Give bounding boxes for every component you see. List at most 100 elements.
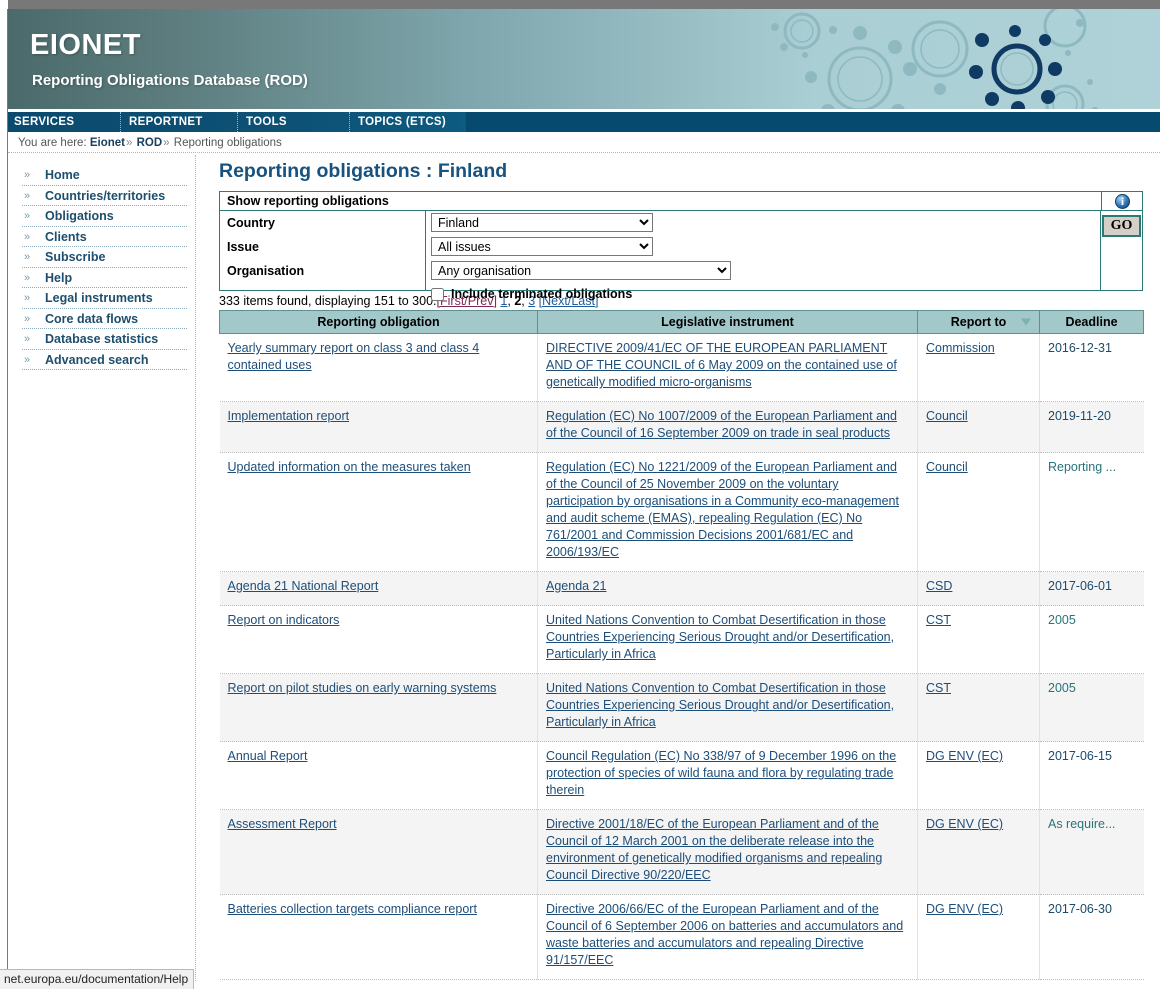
table-row: Updated information on the measures take… — [219, 452, 1144, 572]
sidebar-item-subscribe[interactable]: » Subscribe — [22, 247, 187, 268]
cell-report-to: DG ENV (EC) — [917, 741, 1040, 810]
sidebar-item-help[interactable]: » Help — [22, 268, 187, 288]
cell-report-to: Commission — [917, 333, 1040, 402]
cell-instrument: Regulation (EC) No 1007/2009 of the Euro… — [537, 401, 918, 453]
instrument-link[interactable]: Regulation (EC) No 1221/2009 of the Euro… — [546, 460, 899, 559]
sidebar-item-obligations[interactable]: » Obligations — [22, 206, 187, 227]
filter-panel: Show reporting obligations Country Finla… — [219, 191, 1143, 301]
column-header-deadline[interactable]: Deadline — [1039, 310, 1144, 334]
sidebar-item-label: Core data flows — [45, 311, 139, 326]
main-content: Reporting obligations : Finland Show rep… — [214, 160, 1154, 980]
chevron-right-icon: » — [24, 292, 31, 304]
site-title: EIONET — [30, 29, 141, 61]
cell-deadline: 2016-12-31 — [1039, 333, 1144, 402]
table-row: Agenda 21 National Report Agenda 21 CSD … — [219, 571, 1144, 606]
include-terminated-checkbox-row[interactable]: Include terminated obligations — [431, 287, 632, 301]
go-button[interactable]: GO — [1101, 215, 1142, 237]
issue-select[interactable]: All issues — [431, 237, 653, 256]
chevron-right-icon: » — [24, 210, 31, 222]
cell-obligation: Updated information on the measures take… — [219, 452, 538, 572]
column-header-label: Reporting obligation — [317, 315, 440, 329]
breadcrumb-separator: » — [163, 137, 170, 149]
cell-report-to: CST — [917, 605, 1040, 674]
filter-row-country: Country Finland — [220, 211, 1142, 235]
obligation-link[interactable]: Assessment Report — [228, 817, 337, 831]
nav-item-topics-etcs[interactable]: TOPICS (ETCS) — [349, 112, 466, 132]
cell-report-to: DG ENV (EC) — [917, 809, 1040, 895]
cell-deadline: 2005 — [1039, 605, 1144, 674]
cell-obligation: Annual Report — [219, 741, 538, 810]
sidebar-item-countries-territories[interactable]: » Countries/territories — [22, 186, 187, 206]
column-header-reporting-obligation[interactable]: Reporting obligation — [219, 310, 538, 334]
report-to-link[interactable]: Council — [926, 460, 968, 474]
table-head: Reporting obligation Legislative instrum… — [219, 310, 1144, 334]
sidebar-item-advanced-search[interactable]: » Advanced search — [22, 350, 187, 370]
instrument-link[interactable]: Directive 2001/18/EC of the European Par… — [546, 817, 882, 882]
table-row: Implementation report Regulation (EC) No… — [219, 401, 1144, 453]
report-to-link[interactable]: DG ENV (EC) — [926, 902, 1003, 916]
report-to-link[interactable]: DG ENV (EC) — [926, 749, 1003, 763]
cell-deadline: 2019-11-20 — [1039, 401, 1144, 453]
column-header-report-to[interactable]: Report to — [917, 310, 1040, 334]
sidebar-item-label: Countries/territories — [45, 188, 166, 203]
sidebar-item-label: Database statistics — [45, 332, 159, 346]
sidebar-item-label: Subscribe — [45, 250, 106, 264]
sidebar-item-label: Home — [45, 168, 80, 182]
instrument-link[interactable]: Regulation (EC) No 1007/2009 of the Euro… — [546, 409, 897, 440]
sidebar-item-home[interactable]: » Home — [22, 165, 187, 186]
nav-item-label: REPORTNET — [129, 116, 203, 128]
sidebar-item-legal-instruments[interactable]: » Legal instruments — [22, 288, 187, 309]
sidebar: » Home » Countries/territories » Obligation… — [8, 155, 196, 981]
report-to-link[interactable]: CSD — [926, 579, 952, 593]
include-terminated-checkbox[interactable] — [431, 287, 444, 301]
obligation-link[interactable]: Report on pilot studies on early warning… — [228, 681, 497, 695]
country-label: Country — [227, 216, 275, 230]
pagination-summary: 333 items found, displaying 151 to 300. — [219, 294, 437, 308]
instrument-link[interactable]: Council Regulation (EC) No 338/97 of 9 D… — [546, 749, 896, 797]
info-icon[interactable] — [1101, 192, 1142, 210]
column-header-legislative-instrument[interactable]: Legislative instrument — [537, 310, 918, 334]
page-title: Reporting obligations : Finland — [219, 160, 508, 182]
obligation-link[interactable]: Agenda 21 National Report — [228, 579, 379, 593]
table-header-row: Reporting obligation Legislative instrum… — [219, 310, 1144, 334]
obligation-link[interactable]: Yearly summary report on class 3 and cla… — [228, 341, 480, 372]
instrument-link[interactable]: Directive 2006/66/EC of the European Par… — [546, 902, 903, 967]
obligation-link[interactable]: Implementation report — [228, 409, 350, 423]
nav-item-label: TOOLS — [246, 116, 287, 128]
report-to-link[interactable]: Commission — [926, 341, 995, 355]
country-select-wrap: Finland — [431, 213, 653, 232]
obligation-link[interactable]: Annual Report — [228, 749, 308, 763]
report-to-link[interactable]: DG ENV (EC) — [926, 817, 1003, 831]
nav-item-reportnet[interactable]: REPORTNET — [120, 112, 237, 132]
filter-panel-body: Country Finland Issue All issues Organis… — [220, 211, 1142, 301]
instrument-link[interactable]: DIRECTIVE 2009/41/EC OF THE EUROPEAN PAR… — [546, 341, 897, 389]
cell-report-to: CSD — [917, 571, 1040, 606]
instrument-link[interactable]: Agenda 21 — [546, 579, 606, 593]
report-to-link[interactable]: CST — [926, 613, 951, 627]
cell-report-to: CST — [917, 673, 1040, 742]
breadcrumb-link-eionet[interactable]: Eionet — [90, 137, 125, 149]
cell-obligation: Yearly summary report on class 3 and cla… — [219, 333, 538, 402]
instrument-link[interactable]: United Nations Convention to Combat Dese… — [546, 613, 894, 661]
report-to-link[interactable]: Council — [926, 409, 968, 423]
breadcrumb-lead: You are here: — [18, 137, 87, 149]
sidebar-item-clients[interactable]: » Clients — [22, 227, 187, 247]
obligation-link[interactable]: Report on indicators — [228, 613, 340, 627]
filter-row-organisation: Organisation Any organisation — [220, 259, 1142, 283]
cell-instrument: Directive 2006/66/EC of the European Par… — [537, 894, 918, 980]
chevron-right-icon: » — [24, 251, 31, 263]
cell-deadline: 2017-06-15 — [1039, 741, 1144, 810]
organisation-select[interactable]: Any organisation — [431, 261, 731, 280]
breadcrumb-link-rod[interactable]: ROD — [137, 137, 163, 149]
country-select[interactable]: Finland — [431, 213, 653, 232]
obligation-link[interactable]: Batteries collection targets compliance … — [228, 902, 477, 916]
nav-item-services[interactable]: SERVICES — [8, 112, 120, 132]
instrument-link[interactable]: United Nations Convention to Combat Dese… — [546, 681, 894, 729]
organisation-select-wrap: Any organisation — [431, 261, 731, 280]
chevron-right-icon: » — [24, 312, 31, 325]
obligation-link[interactable]: Updated information on the measures take… — [228, 460, 471, 474]
nav-item-tools[interactable]: TOOLS — [237, 112, 349, 132]
report-to-link[interactable]: CST — [926, 681, 951, 695]
sidebar-item-database-statistics[interactable]: » Database statistics — [22, 329, 187, 350]
sidebar-item-core-data-flows[interactable]: » Core data flows — [22, 309, 187, 329]
